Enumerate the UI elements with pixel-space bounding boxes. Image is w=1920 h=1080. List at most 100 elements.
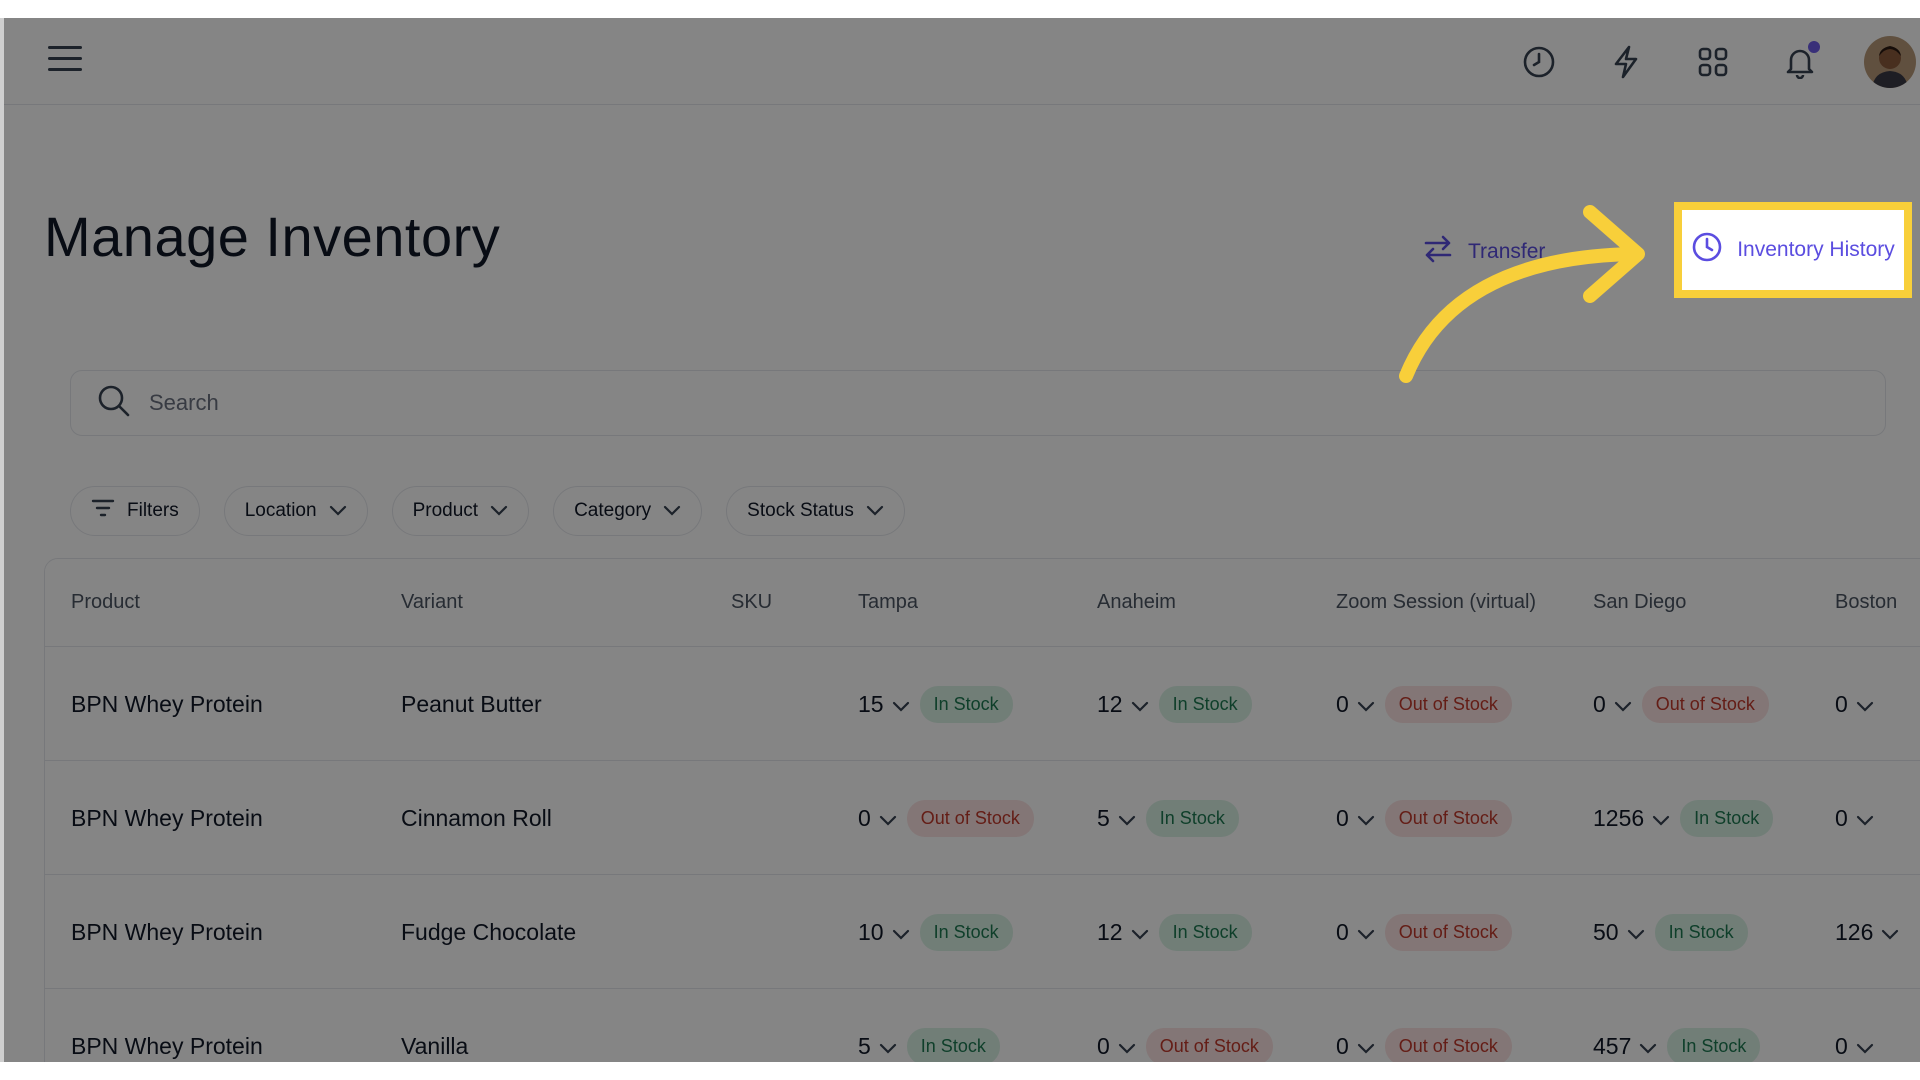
quantity-value: 15 bbox=[858, 690, 884, 717]
search-input[interactable] bbox=[149, 390, 1749, 416]
notification-dot bbox=[1808, 40, 1820, 53]
chevron-down-icon bbox=[1652, 805, 1670, 832]
quantity-dropdown[interactable]: 10 bbox=[858, 919, 910, 946]
anaheim-stock-cell: 12 In Stock bbox=[1097, 875, 1252, 989]
quantity-value: 0 bbox=[1835, 804, 1848, 831]
transfer-icon bbox=[1422, 234, 1454, 270]
variant-cell: Fudge Chocolate bbox=[401, 918, 577, 945]
pointer-arrow-annotation bbox=[1399, 205, 1645, 383]
column-header-product[interactable]: Product bbox=[71, 591, 140, 614]
table-body: BPN Whey Protein Peanut Butter 15 In Stock 1… bbox=[45, 647, 1920, 1062]
quantity-value: 5 bbox=[858, 1032, 871, 1059]
quantity-dropdown[interactable]: 457 bbox=[1593, 1033, 1657, 1060]
anaheim-stock-cell: 12 In Stock bbox=[1097, 647, 1252, 761]
column-header-anaheim[interactable]: Anaheim bbox=[1097, 591, 1176, 614]
zoom-stock-cell: 0 Out of Stock bbox=[1336, 875, 1512, 989]
quantity-dropdown[interactable]: 15 bbox=[858, 691, 910, 718]
transfer-button[interactable]: Transfer bbox=[1422, 230, 1545, 274]
column-header-boston[interactable]: Boston bbox=[1835, 591, 1897, 614]
inventory-table: Product Variant SKU Tampa Anaheim Zoom S… bbox=[44, 558, 1920, 1062]
inventory-history-label: Inventory History bbox=[1737, 238, 1895, 261]
quantity-dropdown[interactable]: 5 bbox=[1097, 805, 1136, 832]
chevron-down-icon bbox=[1856, 1033, 1874, 1060]
quantity-dropdown[interactable]: 12 bbox=[1097, 691, 1149, 718]
stock-status-badge: Out of Stock bbox=[1384, 1027, 1512, 1062]
quantity-dropdown[interactable]: 0 bbox=[1835, 691, 1874, 718]
quantity-dropdown[interactable]: 0 bbox=[1835, 805, 1874, 832]
avatar[interactable] bbox=[1864, 35, 1916, 88]
quantity-dropdown[interactable]: 0 bbox=[1336, 691, 1375, 718]
quantity-dropdown[interactable]: 0 bbox=[1097, 1033, 1136, 1060]
variant-cell: Cinnamon Roll bbox=[401, 804, 552, 831]
quantity-value: 10 bbox=[858, 918, 884, 945]
quantity-dropdown[interactable]: 50 bbox=[1593, 919, 1645, 946]
filter-bar: Filters Location Product Category Stock … bbox=[70, 486, 905, 536]
menu-icon[interactable] bbox=[48, 46, 82, 76]
quantity-dropdown[interactable]: 0 bbox=[858, 805, 897, 832]
search-icon bbox=[97, 384, 131, 423]
product-cell: BPN Whey Protein bbox=[71, 918, 263, 945]
table-row[interactable]: BPN Whey Protein Peanut Butter 15 In Stock 1… bbox=[45, 647, 1920, 761]
quantity-dropdown[interactable]: 12 bbox=[1097, 919, 1149, 946]
quantity-dropdown[interactable]: 0 bbox=[1336, 919, 1375, 946]
stock-status-badge: Out of Stock bbox=[1384, 799, 1512, 837]
quantity-dropdown[interactable]: 0 bbox=[1336, 1033, 1375, 1060]
clock-icon[interactable] bbox=[1515, 38, 1563, 86]
chevron-down-icon bbox=[1131, 691, 1149, 718]
chevron-down-icon bbox=[1614, 691, 1632, 718]
column-header-san-diego[interactable]: San Diego bbox=[1593, 591, 1686, 614]
quantity-dropdown[interactable]: 0 bbox=[1336, 805, 1375, 832]
page-title: Manage Inventory bbox=[44, 205, 501, 268]
product-dropdown[interactable]: Product bbox=[391, 486, 530, 536]
quantity-dropdown[interactable]: 0 bbox=[1593, 691, 1632, 718]
boston-stock-cell: 126 bbox=[1835, 875, 1899, 989]
chevron-down-icon bbox=[1118, 805, 1136, 832]
anaheim-stock-cell: 5 In Stock bbox=[1097, 761, 1239, 875]
column-header-zoom-session[interactable]: Zoom Session (virtual) bbox=[1336, 591, 1536, 614]
chevron-down-icon bbox=[490, 500, 508, 522]
quantity-dropdown[interactable]: 126 bbox=[1835, 919, 1899, 946]
quantity-dropdown[interactable]: 1256 bbox=[1593, 805, 1670, 832]
column-header-tampa[interactable]: Tampa bbox=[858, 591, 918, 614]
lightning-icon[interactable] bbox=[1602, 38, 1650, 86]
variant-cell: Peanut Butter bbox=[401, 690, 542, 717]
inventory-history-button[interactable]: Inventory History bbox=[1674, 202, 1912, 298]
quantity-dropdown[interactable]: 0 bbox=[1835, 1033, 1874, 1060]
chevron-down-icon bbox=[879, 1033, 897, 1060]
table-row[interactable]: BPN Whey Protein Vanilla 5 In Stock 0 Out of … bbox=[45, 989, 1920, 1062]
apps-grid-icon[interactable] bbox=[1689, 38, 1737, 86]
anaheim-stock-cell: 0 Out of Stock bbox=[1097, 989, 1273, 1062]
chevron-down-icon bbox=[1639, 1033, 1657, 1060]
quantity-dropdown[interactable]: 5 bbox=[858, 1033, 897, 1060]
chevron-down-icon bbox=[1118, 1033, 1136, 1060]
chevron-down-icon bbox=[1131, 919, 1149, 946]
quantity-value: 457 bbox=[1593, 1032, 1632, 1059]
table-row[interactable]: BPN Whey Protein Cinnamon Roll 0 Out of Sto… bbox=[45, 761, 1920, 875]
table-row[interactable]: BPN Whey Protein Fudge Chocolate 10 In Stoc… bbox=[45, 875, 1920, 989]
stock-status-badge: In Stock bbox=[1158, 685, 1252, 723]
sandiego-stock-cell: 50 In Stock bbox=[1593, 875, 1748, 989]
filters-button[interactable]: Filters bbox=[70, 486, 200, 536]
tampa-stock-cell: 10 In Stock bbox=[858, 875, 1013, 989]
chevron-down-icon bbox=[1357, 691, 1375, 718]
stock-status-label: Stock Status bbox=[747, 500, 854, 521]
top-bar bbox=[4, 18, 1920, 105]
chevron-down-icon bbox=[1856, 691, 1874, 718]
chevron-down-icon bbox=[1881, 919, 1899, 946]
stock-status-dropdown[interactable]: Stock Status bbox=[726, 486, 905, 536]
column-header-sku[interactable]: SKU bbox=[731, 591, 772, 614]
chevron-down-icon bbox=[892, 919, 910, 946]
stock-status-badge: In Stock bbox=[919, 913, 1013, 951]
chevron-down-icon bbox=[1357, 1033, 1375, 1060]
app-window: Manage Inventory Transfer Filters Locati… bbox=[0, 18, 1920, 1062]
boston-stock-cell: 0 bbox=[1835, 989, 1874, 1062]
column-header-variant[interactable]: Variant bbox=[401, 591, 463, 614]
bell-icon[interactable] bbox=[1776, 38, 1824, 86]
top-bar-actions bbox=[1476, 18, 1920, 105]
zoom-stock-cell: 0 Out of Stock bbox=[1336, 647, 1512, 761]
product-label: Product bbox=[412, 500, 479, 521]
location-dropdown[interactable]: Location bbox=[223, 486, 368, 536]
category-dropdown[interactable]: Category bbox=[553, 486, 703, 536]
tampa-stock-cell: 5 In Stock bbox=[858, 989, 1000, 1062]
sandiego-stock-cell: 0 Out of Stock bbox=[1593, 647, 1769, 761]
